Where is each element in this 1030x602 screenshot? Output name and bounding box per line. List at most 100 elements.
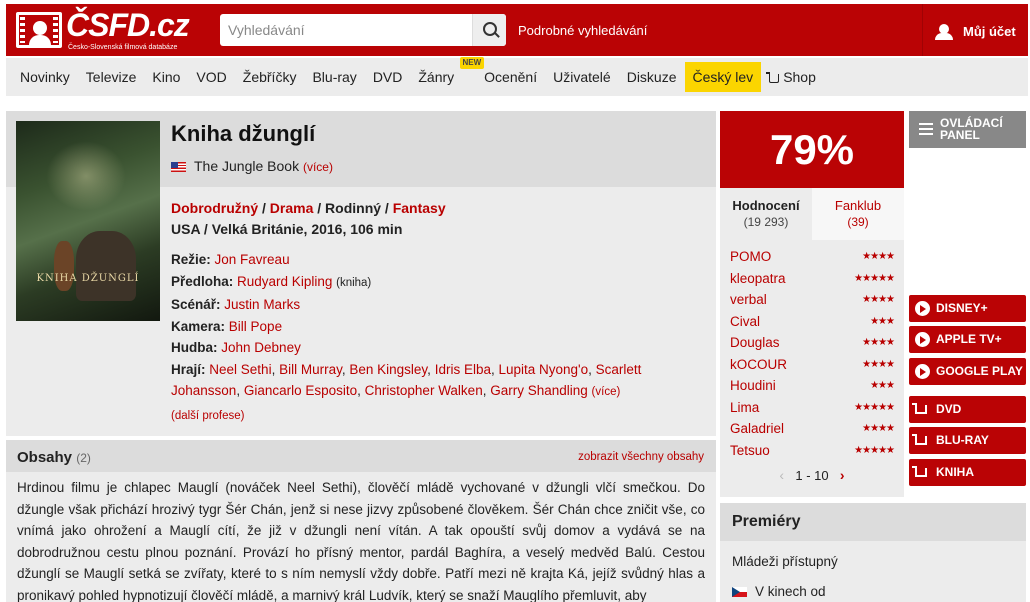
logo-subtitle: Česko-Slovenská filmová databáze <box>68 44 178 51</box>
nav-cesky-lev[interactable]: Český lev <box>684 62 762 92</box>
cinema-premiere: V kinech od <box>732 584 826 599</box>
cast-link[interactable]: Bill Murray <box>279 362 342 377</box>
director-link[interactable]: Jon Favreau <box>215 252 290 267</box>
premieres-heading: Premiéry <box>732 513 801 530</box>
cast-link[interactable]: Ben Kingsley <box>349 362 427 377</box>
dvd-shop-button[interactable]: DVD <box>909 396 1026 423</box>
movie-title: Kniha džunglí <box>171 121 316 146</box>
rating-column: 79% Hodnocení (19 293) Fanklub (39) POMO ★★… <box>720 111 904 497</box>
control-panel-button[interactable]: OVLÁDACÍ PANEL <box>909 111 1026 148</box>
cast-link[interactable]: Lupita Nyong'o <box>498 362 588 377</box>
camera-link[interactable]: Bill Pope <box>229 319 282 334</box>
play-icon <box>915 332 930 347</box>
rater-row: kleopatra ★★★★★ <box>730 268 895 290</box>
rating-stars-icon: ★★★★ <box>862 251 895 262</box>
search-box <box>220 14 506 46</box>
movie-origin: USA / Velká Británie, 2016, 106 min <box>171 221 403 237</box>
original-title: The Jungle Book (více) <box>171 158 333 174</box>
rating-pager: ‹ 1 - 10 › <box>720 467 904 483</box>
disney-plus-button[interactable]: DISNEY+ <box>909 295 1026 322</box>
nav-uzivatele[interactable]: Uživatelé <box>545 62 619 92</box>
account-label: Můj účet <box>963 24 1016 39</box>
genre-adventure[interactable]: Dobrodružný <box>171 200 258 216</box>
plot-count: (2) <box>76 451 91 465</box>
control-panel-label: OVLÁDACÍ PANEL <box>940 116 1003 142</box>
bluray-shop-button[interactable]: BLU-RAY <box>909 427 1026 454</box>
google-play-button[interactable]: GOOGLE PLAY <box>909 358 1026 385</box>
nav-zebricky[interactable]: Žebříčky <box>235 62 305 92</box>
genres: Dobrodružný / Drama / Rodinný / Fantasy <box>171 200 446 216</box>
rater-row: Galadriel ★★★★ <box>730 418 895 440</box>
user-icon <box>935 24 953 40</box>
nav-oceneni[interactable]: Ocenění <box>476 62 545 92</box>
raters-list: POMO ★★★★ kleopatra ★★★★★ verbal ★★★★ Cival ★★★… <box>730 246 895 461</box>
nav-kino[interactable]: Kino <box>144 62 188 92</box>
creators: Režie: Jon Favreau Předloha: Rudyard Kip… <box>171 249 701 427</box>
cast-link[interactable]: Christopher Walken <box>365 383 483 398</box>
plot-header: Obsahy (2) zobrazit všechny obsahy <box>6 440 716 472</box>
csfd-logo[interactable]: ČSFD.cz Česko-Slovenská filmová databáze <box>16 7 190 53</box>
cart-icon <box>912 466 927 477</box>
nav-shop[interactable]: Shop <box>761 62 824 92</box>
movie-poster[interactable]: KNIHA DŽUNGLÍ <box>16 121 160 321</box>
source-link[interactable]: Rudyard Kipling <box>237 274 332 289</box>
original-title-more[interactable]: (více) <box>303 160 333 174</box>
apple-tv-button[interactable]: APPLE TV+ <box>909 326 1026 353</box>
premieres-section: Premiéry Mládeži přístupný V kinech od <box>720 503 1026 602</box>
rating-stars-icon: ★★★★ <box>862 294 895 305</box>
nav-vod[interactable]: VOD <box>188 62 234 92</box>
cast-more-link[interactable]: (více) <box>592 386 621 398</box>
account-button[interactable]: Můj účet <box>922 4 1028 56</box>
genre-fantasy[interactable]: Fantasy <box>393 200 446 216</box>
nav-shop-label: Shop <box>783 69 816 85</box>
rater-name[interactable]: Cival <box>730 314 760 329</box>
nav-zanry-label: Žánry <box>418 69 455 85</box>
nav-zanry[interactable]: Žánry NEW <box>410 57 485 92</box>
nav-bluray[interactable]: Blu-ray <box>304 62 364 92</box>
tab-fanclub[interactable]: Fanklub (39) <box>812 188 904 240</box>
genre-family: Rodinný <box>325 200 382 216</box>
tab-ratings[interactable]: Hodnocení (19 293) <box>720 188 812 240</box>
nav-diskuze[interactable]: Diskuze <box>619 62 685 92</box>
search-icon[interactable] <box>472 14 506 46</box>
rater-row: Lima ★★★★★ <box>730 397 895 419</box>
poster-title: KNIHA DŽUNGLÍ <box>36 273 140 284</box>
rater-name[interactable]: kleopatra <box>730 271 786 286</box>
pager-next-icon[interactable]: › <box>832 467 852 483</box>
nav-televize[interactable]: Televize <box>78 62 145 92</box>
music-link[interactable]: John Debney <box>221 340 301 355</box>
cast-link[interactable]: Giancarlo Esposito <box>244 383 357 398</box>
rater-name[interactable]: kOCOUR <box>730 357 787 372</box>
rater-name[interactable]: Galadriel <box>730 421 784 436</box>
rater-row: Houdini ★★★ <box>730 375 895 397</box>
pager-prev-icon[interactable]: ‹ <box>772 467 792 483</box>
show-all-plots-link[interactable]: zobrazit všechny obsahy <box>578 451 704 463</box>
pager-range: 1 - 10 <box>795 468 829 483</box>
book-shop-button[interactable]: KNIHA <box>909 459 1026 486</box>
cast-link[interactable]: Garry Shandling <box>490 383 588 398</box>
rater-name[interactable]: Lima <box>730 400 759 415</box>
rater-name[interactable]: Houdini <box>730 378 776 393</box>
nav-dvd[interactable]: DVD <box>365 62 411 92</box>
rating-stars-icon: ★★★★★ <box>854 401 895 413</box>
rater-name[interactable]: POMO <box>730 249 771 264</box>
genre-drama[interactable]: Drama <box>270 200 314 216</box>
film-logo-icon <box>16 12 62 48</box>
search-input[interactable] <box>220 14 470 46</box>
cart-icon <box>766 72 780 83</box>
more-professions-link[interactable]: (další profese) <box>171 410 245 422</box>
nav-novinky[interactable]: Novinky <box>12 62 78 92</box>
rater-name[interactable]: Douglas <box>730 335 780 350</box>
cast-link[interactable]: Neel Sethi <box>209 362 271 377</box>
rater-name[interactable]: verbal <box>730 292 767 307</box>
rater-row: Cival ★★★ <box>730 311 895 333</box>
logo-text: ČSFD.cz <box>66 7 190 43</box>
us-flag-icon <box>171 162 186 172</box>
advanced-search-link[interactable]: Podrobné vyhledávání <box>518 23 647 38</box>
rating-average: 79% <box>720 111 904 188</box>
play-icon <box>915 364 930 379</box>
rater-name[interactable]: Tetsuo <box>730 443 770 458</box>
cast-link[interactable]: Idris Elba <box>435 362 491 377</box>
writer-link[interactable]: Justin Marks <box>224 297 300 312</box>
rating-stars-icon: ★★★★ <box>862 337 895 348</box>
